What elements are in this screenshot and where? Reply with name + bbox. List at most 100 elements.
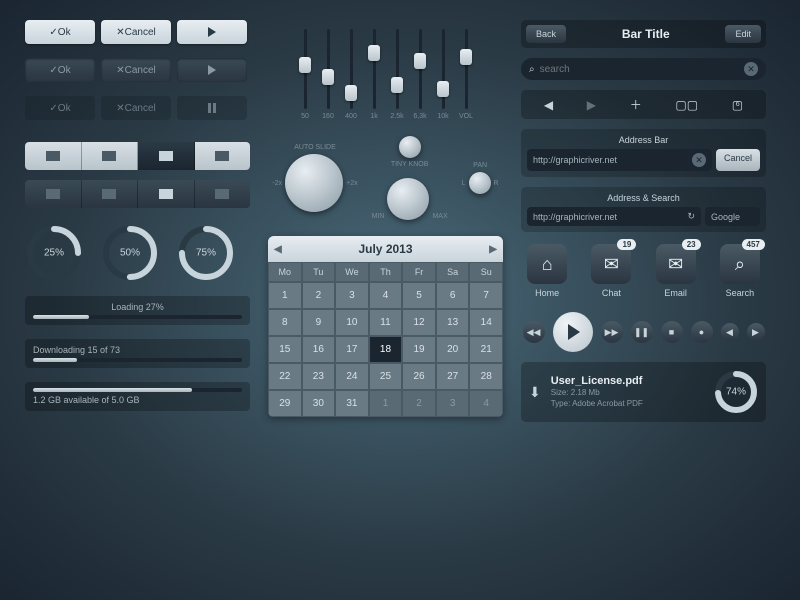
cal-day[interactable]: 11 xyxy=(369,309,403,336)
pan-knob[interactable] xyxy=(469,172,491,194)
cal-day[interactable]: 31 xyxy=(335,390,369,417)
search-icon[interactable]: ⌕ xyxy=(720,244,760,284)
eq-slider[interactable] xyxy=(373,29,376,109)
cal-day[interactable]: 12 xyxy=(402,309,436,336)
eq-slider[interactable] xyxy=(350,29,353,109)
eq-slider[interactable] xyxy=(442,29,445,109)
cancel-button[interactable]: ✕ Cancel xyxy=(101,96,171,120)
cal-day[interactable]: 16 xyxy=(302,336,336,363)
cal-day[interactable]: 4 xyxy=(469,390,503,417)
cal-day[interactable]: 24 xyxy=(335,363,369,390)
cal-day[interactable]: 18 xyxy=(369,336,403,363)
cal-day[interactable]: 1 xyxy=(369,390,403,417)
play-icon xyxy=(568,324,580,340)
seg-display[interactable] xyxy=(138,142,195,170)
volume-knob[interactable] xyxy=(387,178,429,220)
cal-day[interactable]: 15 xyxy=(268,336,302,363)
cal-day[interactable]: 17 xyxy=(335,336,369,363)
eq-slider[interactable] xyxy=(465,29,468,109)
seg-sliders[interactable] xyxy=(195,180,251,208)
search-engine[interactable]: Google xyxy=(705,207,760,226)
cal-day[interactable]: 29 xyxy=(268,390,302,417)
pause-button[interactable] xyxy=(177,96,247,120)
address-input[interactable]: http://graphicriver.net↻ xyxy=(527,207,701,226)
eq-slider[interactable] xyxy=(396,29,399,109)
cal-day[interactable]: 10 xyxy=(335,309,369,336)
eq-slider[interactable] xyxy=(419,29,422,109)
cal-day[interactable]: 21 xyxy=(469,336,503,363)
cal-day[interactable]: 23 xyxy=(302,363,336,390)
ok-button[interactable]: ✓ Ok xyxy=(25,96,95,120)
badge: 23 xyxy=(682,239,701,250)
forward-button[interactable]: ▶▶ xyxy=(601,321,623,343)
cal-day[interactable]: 3 xyxy=(436,390,470,417)
cal-day[interactable]: 22 xyxy=(268,363,302,390)
eq-slider[interactable] xyxy=(304,29,307,109)
cal-day[interactable]: 4 xyxy=(369,282,403,309)
cal-day[interactable]: 7 xyxy=(469,282,503,309)
cal-day[interactable]: 2 xyxy=(402,390,436,417)
cal-day[interactable]: 8 xyxy=(268,309,302,336)
cal-day[interactable]: 2 xyxy=(302,282,336,309)
cal-day[interactable]: 27 xyxy=(436,363,470,390)
chat-icon[interactable]: ✉ xyxy=(591,244,631,284)
cal-day[interactable]: 20 xyxy=(436,336,470,363)
back-button[interactable]: Back xyxy=(526,25,566,43)
cal-day[interactable]: 5 xyxy=(402,282,436,309)
play-button[interactable] xyxy=(177,58,247,82)
cal-day[interactable]: 13 xyxy=(436,309,470,336)
cal-prev[interactable]: ◀ xyxy=(274,244,282,255)
nav-back-icon[interactable]: ◀ xyxy=(544,98,553,112)
cal-next[interactable]: ▶ xyxy=(489,244,497,255)
play-icon xyxy=(208,65,216,75)
tabs-icon[interactable]: ▢6 xyxy=(732,98,743,112)
rewind-button[interactable]: ◀◀ xyxy=(523,321,545,343)
app-home: ⌂Home xyxy=(527,244,567,298)
seg-grid[interactable] xyxy=(82,142,139,170)
email-icon[interactable]: ✉ xyxy=(656,244,696,284)
clear-icon[interactable]: ✕ xyxy=(692,153,706,167)
nav-fwd-icon[interactable]: ▶ xyxy=(587,98,596,112)
play-button[interactable] xyxy=(177,20,247,44)
play-button[interactable] xyxy=(553,312,593,352)
file-name: User_License.pdf xyxy=(551,375,704,387)
reload-icon[interactable]: ↻ xyxy=(687,211,695,222)
address-input[interactable]: http://graphicriver.net✕ xyxy=(527,149,712,171)
auto-slide-label: AUTO SLIDE xyxy=(294,144,336,151)
next-button[interactable]: ▶ xyxy=(747,323,765,341)
cancel-button[interactable]: Cancel xyxy=(716,149,760,171)
ok-button[interactable]: ✓ Ok xyxy=(25,20,95,44)
cal-day[interactable]: 19 xyxy=(402,336,436,363)
ok-button[interactable]: ✓ Ok xyxy=(25,58,95,82)
cancel-button[interactable]: ✕ Cancel xyxy=(101,58,171,82)
cancel-button[interactable]: ✕ Cancel xyxy=(101,20,171,44)
cal-day[interactable]: 6 xyxy=(436,282,470,309)
seg-sliders[interactable] xyxy=(195,142,251,170)
record-button[interactable]: ● xyxy=(691,321,713,343)
home-icon[interactable]: ⌂ xyxy=(527,244,567,284)
eq-slider[interactable] xyxy=(327,29,330,109)
clear-icon[interactable]: ✕ xyxy=(744,62,758,76)
seg-grid[interactable] xyxy=(82,180,139,208)
pause-button[interactable]: ❚❚ xyxy=(631,321,653,343)
tiny-knob[interactable] xyxy=(399,136,421,158)
search-input[interactable] xyxy=(540,64,739,75)
bookmarks-icon[interactable]: ▢▢ xyxy=(675,98,698,112)
edit-button[interactable]: Edit xyxy=(725,25,761,43)
seg-list[interactable] xyxy=(25,142,82,170)
cal-day[interactable]: 3 xyxy=(335,282,369,309)
cal-day[interactable]: 26 xyxy=(402,363,436,390)
auto-slide-knob[interactable] xyxy=(285,154,343,212)
cal-day[interactable]: 25 xyxy=(369,363,403,390)
cal-day[interactable]: 1 xyxy=(268,282,302,309)
cal-day[interactable]: 28 xyxy=(469,363,503,390)
nav-bar: Back Bar Title Edit xyxy=(521,20,766,48)
cal-day[interactable]: 14 xyxy=(469,309,503,336)
prev-button[interactable]: ◀ xyxy=(721,323,739,341)
stop-button[interactable]: ■ xyxy=(661,321,683,343)
seg-list[interactable] xyxy=(25,180,82,208)
cal-day[interactable]: 30 xyxy=(302,390,336,417)
cal-day[interactable]: 9 xyxy=(302,309,336,336)
seg-display[interactable] xyxy=(138,180,195,208)
add-icon[interactable]: ＋ xyxy=(630,96,642,113)
